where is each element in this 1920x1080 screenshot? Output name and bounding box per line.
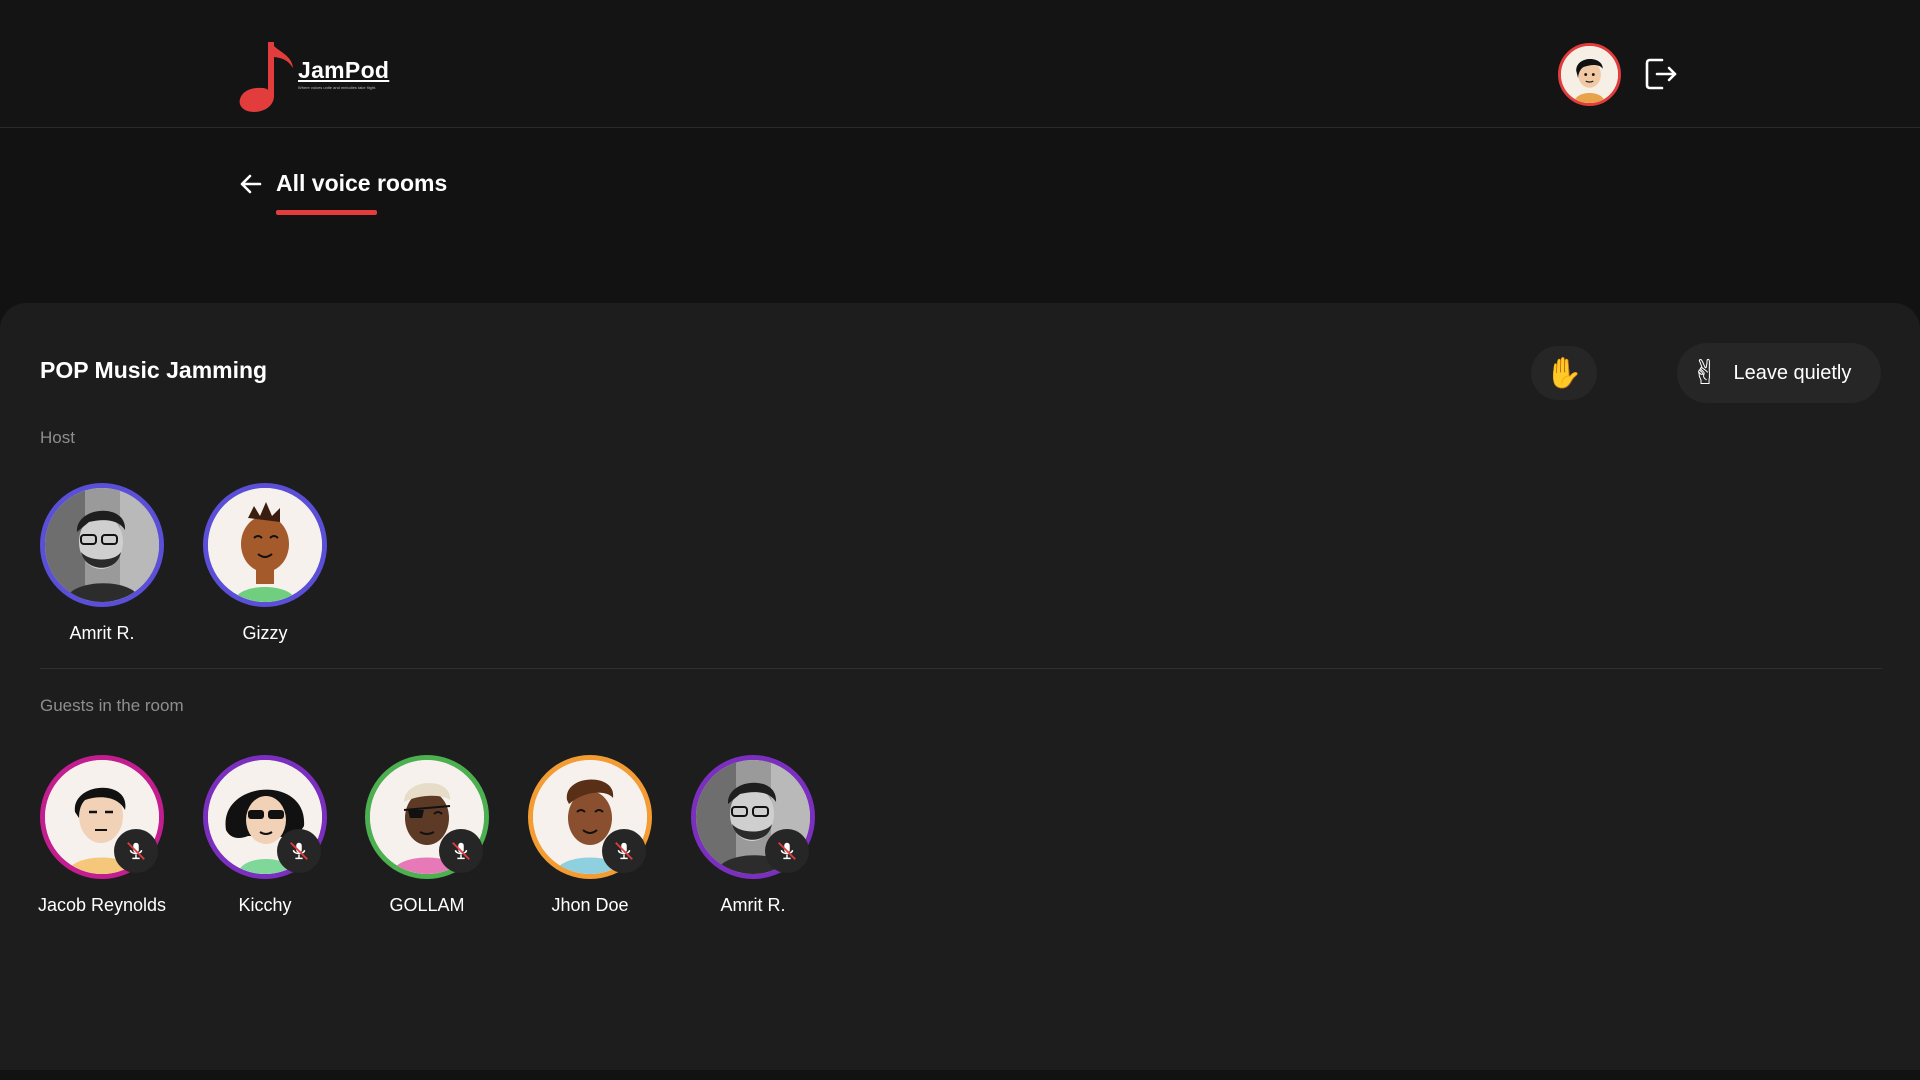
room-panel: POP Music Jamming ✋ ✌ Leave quietly Host [0, 303, 1920, 1070]
muted-mic-icon [439, 829, 483, 873]
bottom-strip [0, 1070, 1920, 1080]
back-to-rooms-link[interactable]: All voice rooms [238, 170, 447, 197]
back-underline [276, 210, 377, 215]
app-logo[interactable]: JamPod Where voices unite and melodies t… [238, 38, 389, 112]
user-name: Gizzy [242, 623, 288, 643]
guests-section-label: Guests in the room [40, 696, 184, 715]
muted-mic-icon [765, 829, 809, 873]
logo-tagline: Where voices unite and melodies take fli… [298, 85, 377, 90]
back-label: All voice rooms [276, 170, 448, 196]
leave-quietly-button[interactable]: ✌ Leave quietly [1677, 343, 1881, 403]
guest-user[interactable]: GOLLAM [362, 755, 492, 916]
guest-user[interactable]: Jacob Reynolds [37, 755, 167, 916]
room-title: POP Music Jamming [40, 357, 268, 383]
section-divider [40, 668, 1882, 669]
raise-hand-button[interactable]: ✋ [1531, 346, 1597, 400]
avatar [40, 483, 164, 607]
avatar [203, 483, 327, 607]
host-user[interactable]: Amrit R. [37, 483, 167, 644]
peace-hand-icon: ✌ [1691, 354, 1720, 392]
logout-icon [1645, 58, 1677, 90]
guest-user[interactable]: Amrit R. [688, 755, 818, 916]
user-name: Kicchy [238, 895, 292, 915]
logo-title: JamPod [298, 57, 390, 83]
profile-avatar[interactable] [1558, 43, 1621, 106]
hosts-section-label: Host [40, 428, 75, 447]
music-note-icon [239, 42, 293, 112]
user-name: Amrit R. [720, 895, 786, 915]
top-header: JamPod Where voices unite and melodies t… [0, 0, 1920, 128]
logout-button[interactable] [1644, 56, 1678, 92]
user-name: Jacob Reynolds [37, 895, 167, 915]
logo-text: JamPod Where voices unite and melodies t… [298, 57, 389, 90]
user-name: Amrit R. [69, 623, 135, 643]
guest-user[interactable]: Jhon Doe [525, 755, 655, 916]
host-user[interactable]: Gizzy [200, 483, 330, 644]
leave-quietly-label: Leave quietly [1733, 361, 1852, 384]
guest-user[interactable]: Kicchy [200, 755, 330, 916]
user-name: Jhon Doe [551, 895, 629, 915]
raised-hand-icon: ✋ [1545, 356, 1583, 390]
muted-mic-icon [114, 829, 158, 873]
muted-mic-icon [277, 829, 321, 873]
user-name: GOLLAM [389, 895, 465, 915]
arrow-left-icon [240, 174, 262, 193]
muted-mic-icon [602, 829, 646, 873]
